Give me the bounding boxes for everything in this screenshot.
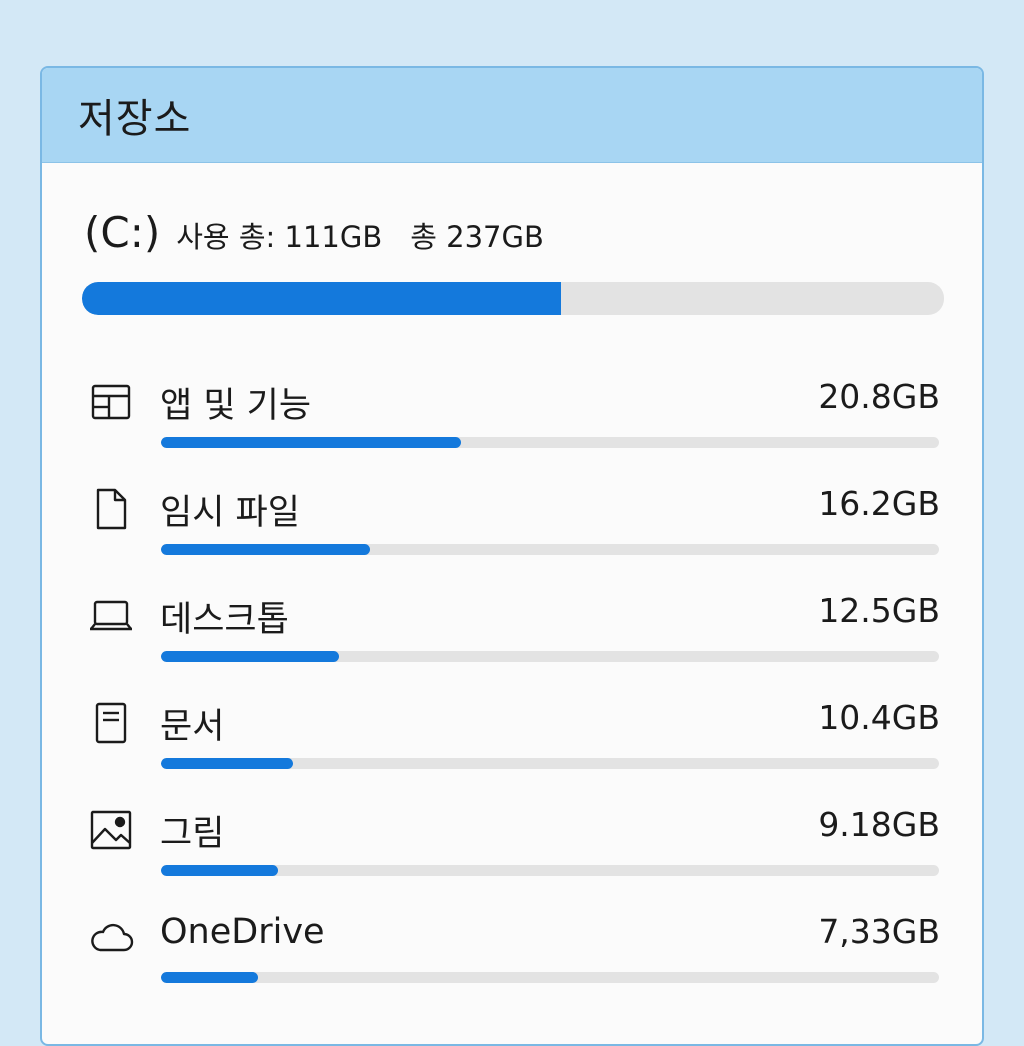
- drive-usage-bar-fill: [82, 282, 562, 315]
- category-usage-bar: [161, 437, 939, 448]
- category-size: 12.5GB: [818, 591, 940, 630]
- category-apps[interactable]: 앱 및 기능 20.8GB: [42, 371, 982, 461]
- category-pictures[interactable]: 그림 9.18GB: [42, 799, 982, 889]
- category-size: 10.4GB: [818, 698, 940, 737]
- category-usage-bar: [161, 758, 939, 769]
- apps-window-icon: [86, 377, 136, 427]
- category-usage-bar: [161, 544, 939, 555]
- category-label: 문서: [160, 707, 225, 747]
- category-documents[interactable]: 문서 10.4GB: [42, 692, 982, 782]
- category-label: 앱 및 기능: [160, 386, 312, 426]
- category-label: 그림: [160, 814, 225, 854]
- category-usage-bar-fill: [161, 544, 371, 555]
- image-icon: [86, 805, 136, 855]
- category-temp-files[interactable]: 임시 파일 16.2GB: [42, 478, 982, 568]
- drive-usage-bar: [82, 282, 944, 315]
- drive-summary: (C:) 사용 총: 111GB 총 237GB: [84, 208, 544, 257]
- category-usage-bar: [161, 972, 939, 983]
- category-usage-bar: [161, 865, 939, 876]
- category-usage-bar: [161, 651, 939, 662]
- category-label: OneDrive: [160, 912, 325, 952]
- category-usage-bar-fill: [161, 651, 340, 662]
- category-usage-bar-fill: [161, 758, 294, 769]
- category-usage-bar-fill: [161, 972, 259, 983]
- category-desktop[interactable]: 데스크톱 12.5GB: [42, 585, 982, 675]
- category-usage-bar-fill: [161, 437, 462, 448]
- category-size: 20.8GB: [818, 377, 940, 416]
- document-icon: [86, 698, 136, 748]
- laptop-icon: [86, 591, 136, 641]
- category-label: 임시 파일: [160, 493, 300, 533]
- drive-total-text: 총 237GB: [410, 220, 544, 254]
- category-label: 데스크톱: [160, 600, 289, 640]
- category-size: 9.18GB: [818, 805, 940, 844]
- drive-label: (C:): [84, 208, 161, 257]
- category-usage-bar-fill: [161, 865, 279, 876]
- category-onedrive[interactable]: OneDrive 7,33GB: [42, 906, 982, 996]
- category-size: 7,33GB: [818, 912, 940, 951]
- cloud-icon: [86, 912, 136, 962]
- storage-panel: 저장소 (C:) 사용 총: 111GB 총 237GB 앱 및 기능 20.8…: [40, 66, 984, 1046]
- drive-used-text: 사용 총: 111GB: [176, 220, 383, 254]
- panel-header: 저장소: [42, 68, 982, 163]
- category-size: 16.2GB: [818, 484, 940, 523]
- page-title: 저장소: [78, 96, 192, 142]
- file-icon: [86, 484, 136, 534]
